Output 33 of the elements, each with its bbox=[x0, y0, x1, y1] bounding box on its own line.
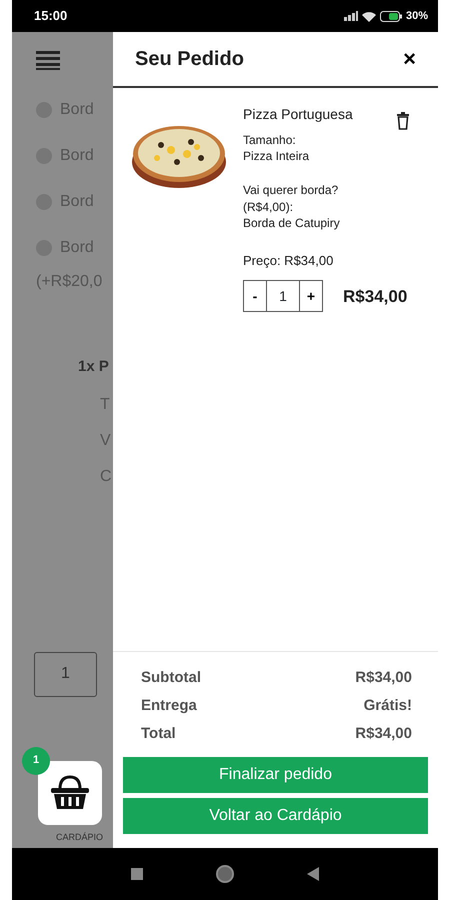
option-label: (R$4,00): bbox=[243, 198, 294, 215]
summary-value: R$34,00 bbox=[355, 724, 412, 744]
order-item-name: 1x P bbox=[78, 357, 110, 377]
trash-icon[interactable] bbox=[396, 112, 410, 130]
summary-label: Subtotal bbox=[141, 668, 201, 688]
close-button[interactable]: × bbox=[403, 48, 416, 70]
summary-value: Grátis! bbox=[364, 696, 412, 716]
summary-value: R$34,00 bbox=[355, 668, 412, 688]
menu-icon[interactable] bbox=[36, 50, 60, 70]
option-value: Pizza Inteira bbox=[243, 148, 310, 164]
summary-label: Entrega bbox=[141, 696, 197, 716]
item-price: Preço: R$34,00 bbox=[243, 252, 334, 270]
option-label: Tamanho: bbox=[243, 132, 297, 148]
drawer-title: Seu Pedido bbox=[135, 47, 244, 72]
cart-label: CARDÁPIO bbox=[56, 830, 104, 844]
line-total: R$34,00 bbox=[343, 286, 408, 308]
signal-icon bbox=[344, 11, 358, 21]
battery-icon bbox=[380, 10, 402, 22]
wifi-icon bbox=[362, 10, 376, 22]
basket-icon bbox=[50, 774, 90, 810]
cart-button[interactable] bbox=[38, 760, 102, 824]
back-icon[interactable] bbox=[307, 867, 319, 881]
battery-level: 30% bbox=[406, 8, 428, 24]
quantity-field[interactable]: 1 bbox=[34, 652, 97, 696]
option-value: Borda de Catupiry bbox=[243, 214, 341, 231]
status-time: 15:00 bbox=[34, 7, 68, 26]
home-icon[interactable] bbox=[215, 864, 235, 884]
decrease-button[interactable]: - bbox=[243, 280, 267, 312]
increase-button[interactable]: + bbox=[299, 280, 323, 312]
item-name: Pizza Portuguesa bbox=[243, 105, 353, 124]
cart-count-badge: 1 bbox=[22, 746, 50, 774]
summary-label: Total bbox=[141, 724, 176, 744]
option-label: Vai querer borda? bbox=[243, 182, 340, 199]
